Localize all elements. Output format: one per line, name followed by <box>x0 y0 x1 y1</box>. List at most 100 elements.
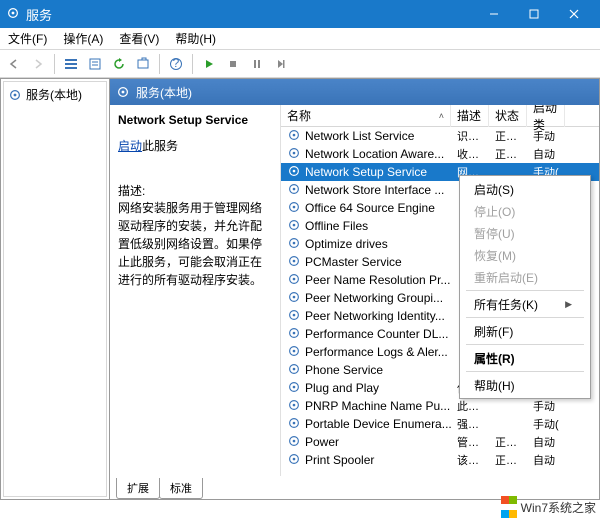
service-name: Network List Service <box>305 129 414 143</box>
service-row[interactable]: Portable Device Enumera...强制... 手动( <box>281 415 599 433</box>
service-desc: 强制... <box>451 416 489 432</box>
service-desc: 收集... <box>451 146 489 162</box>
service-name: Peer Name Resolution Pr... <box>305 273 450 287</box>
service-name: PCMaster Service <box>305 255 402 269</box>
gear-icon <box>287 128 301 145</box>
gear-icon <box>287 398 301 415</box>
service-startup: 手动( <box>527 416 565 432</box>
toolbar-properties-icon[interactable] <box>84 53 106 75</box>
panel-header: 服务(本地) <box>110 79 599 105</box>
service-desc: 管理... <box>451 434 489 450</box>
services-list: 名称˄ 描述 状态 启动类 Network List Service识别...正… <box>280 105 599 476</box>
service-startup: 自动 <box>527 146 565 162</box>
selected-service-name: Network Setup Service <box>118 113 272 127</box>
tree-pane: 服务(本地) <box>0 78 110 500</box>
menu-help[interactable]: 帮助(H) <box>171 29 220 48</box>
tab-extended[interactable]: 扩展 <box>116 478 160 499</box>
service-state: 正在... <box>489 146 527 162</box>
tree-item-label: 服务(本地) <box>26 86 82 103</box>
gear-icon <box>287 254 301 271</box>
ctx-start[interactable]: 启动(S) <box>462 178 588 200</box>
detail-pane: Network Setup Service 启动此服务 描述: 网络安装服务用于… <box>110 105 280 476</box>
gear-icon <box>287 308 301 325</box>
start-link[interactable]: 启动 <box>118 139 142 153</box>
gear-icon <box>287 416 301 433</box>
help-button[interactable]: ? <box>165 53 187 75</box>
gear-icon <box>287 146 301 163</box>
menu-file[interactable]: 文件(F) <box>4 29 51 48</box>
service-name: Performance Counter DL... <box>305 327 448 341</box>
service-row[interactable]: Power 管理...正在...自动 <box>281 433 599 451</box>
window-titlebar: 服务 <box>0 0 600 28</box>
service-name: Plug and Play <box>305 381 379 395</box>
ctx-help[interactable]: 帮助(H) <box>462 374 588 396</box>
ctx-properties[interactable]: 属性(R) <box>462 347 588 369</box>
gear-icon <box>287 380 301 397</box>
toolbar: ? <box>0 50 600 78</box>
gear-icon <box>287 200 301 217</box>
service-name: Power <box>305 435 339 449</box>
ctx-refresh[interactable]: 刷新(F) <box>462 320 588 342</box>
panel-title: 服务(本地) <box>136 84 192 101</box>
column-state[interactable]: 状态 <box>489 105 527 127</box>
ctx-separator <box>466 290 584 291</box>
service-name: Peer Networking Identity... <box>305 309 445 323</box>
column-name[interactable]: 名称˄ <box>281 105 451 127</box>
view-tabs: 扩展 标准 <box>110 476 599 499</box>
service-startup: 自动 <box>527 434 565 450</box>
service-row[interactable]: Network Location Aware... 收集...正在...自动 <box>281 145 599 163</box>
service-row[interactable]: Network List Service识别...正在...手动 <box>281 127 599 145</box>
service-startup: 手动 <box>527 398 565 414</box>
pause-button[interactable] <box>246 53 268 75</box>
service-startup: 手动 <box>527 128 565 144</box>
service-name: Phone Service <box>305 363 383 377</box>
service-name: Optimize drives <box>305 237 388 251</box>
ctx-resume: 恢复(M) <box>462 244 588 266</box>
service-name: Portable Device Enumera... <box>305 417 451 431</box>
toolbar-separator <box>192 54 193 74</box>
svg-text:?: ? <box>173 57 180 70</box>
stop-button[interactable] <box>222 53 244 75</box>
service-name: Network Setup Service <box>305 165 427 179</box>
gear-icon <box>287 344 301 361</box>
service-row[interactable]: Print Spooler该服...正在...自动 <box>281 451 599 469</box>
tree-item-services-local[interactable]: 服务(本地) <box>6 84 104 105</box>
menu-action[interactable]: 操作(A) <box>59 29 107 48</box>
refresh-button[interactable] <box>108 53 130 75</box>
ctx-restart: 重新启动(E) <box>462 266 588 288</box>
service-row[interactable]: PNRP Machine Name Pu...此服...手动 <box>281 397 599 415</box>
start-link-suffix: 此服务 <box>142 139 178 153</box>
context-menu: 启动(S) 停止(O) 暂停(U) 恢复(M) 重新启动(E) 所有任务(K) … <box>459 175 591 399</box>
ctx-separator <box>466 317 584 318</box>
service-desc: 此服... <box>451 398 489 414</box>
ctx-pause: 暂停(U) <box>462 222 588 244</box>
menu-view[interactable]: 查看(V) <box>115 29 163 48</box>
gear-icon <box>287 434 301 451</box>
ctx-all-tasks[interactable]: 所有任务(K) <box>462 293 588 315</box>
maximize-button[interactable] <box>514 0 554 28</box>
column-desc[interactable]: 描述 <box>451 105 489 127</box>
gear-icon <box>287 290 301 307</box>
toolbar-details-icon[interactable] <box>60 53 82 75</box>
gear-icon <box>287 182 301 199</box>
start-button[interactable] <box>198 53 220 75</box>
column-startup[interactable]: 启动类 <box>527 105 565 127</box>
export-button[interactable] <box>132 53 154 75</box>
service-state: 正在... <box>489 452 527 468</box>
column-headers: 名称˄ 描述 状态 启动类 <box>281 105 599 127</box>
back-button[interactable] <box>3 53 25 75</box>
tab-standard[interactable]: 标准 <box>159 478 203 499</box>
service-name: Network Location Aware... <box>305 147 444 161</box>
toolbar-separator <box>54 54 55 74</box>
restart-button[interactable] <box>270 53 292 75</box>
gear-icon <box>287 164 301 181</box>
service-desc: 识别... <box>451 128 489 144</box>
forward-button[interactable] <box>27 53 49 75</box>
service-state: 正在... <box>489 434 527 450</box>
minimize-button[interactable] <box>474 0 514 28</box>
service-name: Network Store Interface ... <box>305 183 444 197</box>
service-name: Performance Logs & Aler... <box>305 345 448 359</box>
ctx-separator <box>466 371 584 372</box>
close-button[interactable] <box>554 0 594 28</box>
service-name: Offline Files <box>305 219 368 233</box>
